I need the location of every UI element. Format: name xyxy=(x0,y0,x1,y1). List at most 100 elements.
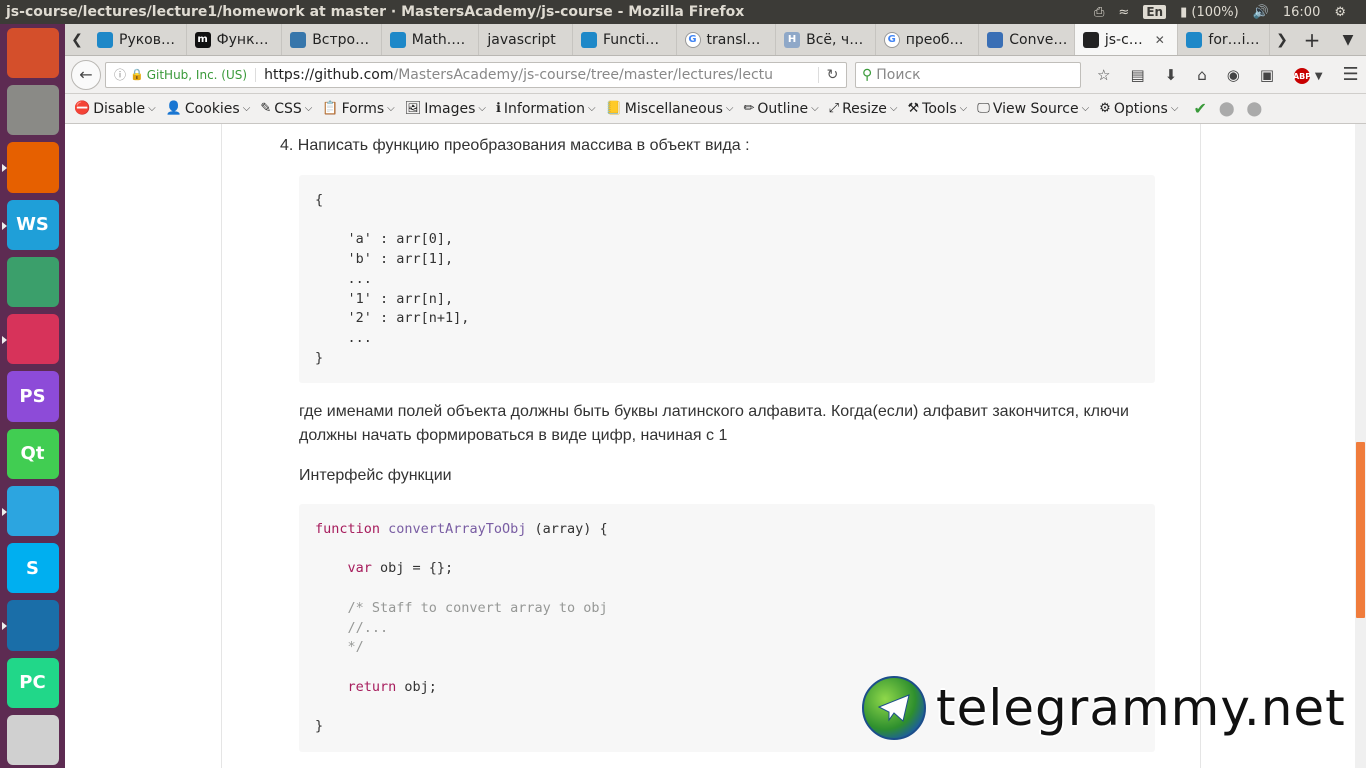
description-line: где именами полей объекта должны быть бу… xyxy=(299,403,1129,420)
os-top-bar: js-course/lectures/lecture1/homework at … xyxy=(0,0,1366,24)
code-comment: /* Staff to convert array to obj //... *… xyxy=(347,599,608,656)
code-signature: (array) { xyxy=(526,521,608,537)
status-dot-icon[interactable]: ⬤ xyxy=(1247,101,1263,117)
tab-favicon-icon xyxy=(1082,31,1099,48)
launcher-drive-icon[interactable] xyxy=(6,714,59,766)
running-indicator xyxy=(1,336,7,345)
launcher-qt-creator-icon[interactable]: Qt xyxy=(6,428,59,479)
wifi-icon[interactable]: ≈ xyxy=(1118,5,1129,20)
browser-tab[interactable]: Gпреоб… xyxy=(876,24,980,55)
launcher-telegram-icon[interactable] xyxy=(1,485,59,537)
devbar-view-source-menu[interactable]: 🖵 View Source ⌵ xyxy=(972,101,1094,117)
launcher-pycharm-icon[interactable]: PC xyxy=(6,657,59,708)
menu-icon[interactable]: ☰ xyxy=(1343,64,1359,85)
pocket-icon[interactable]: ◉ xyxy=(1227,66,1240,84)
tab-list: Руков… m Функ… Встро… Math.… javascript Functi… xyxy=(89,24,1270,55)
chevron-down-icon: ⌵ xyxy=(811,103,819,114)
new-tab-button[interactable]: + xyxy=(1294,24,1330,55)
check-icon[interactable]: ✔ xyxy=(1193,99,1206,118)
keyboard-layout-indicator[interactable]: En xyxy=(1143,5,1167,19)
reload-icon[interactable]: ↻ xyxy=(818,66,846,83)
launcher-skype-icon[interactable]: S xyxy=(6,543,59,594)
bookmark-star-icon[interactable]: ☆ xyxy=(1097,66,1110,84)
window-title: js-course/lectures/lecture1/homework at … xyxy=(6,4,745,20)
browser-tab[interactable]: Conve… xyxy=(979,24,1075,55)
launcher-app-icon[interactable] xyxy=(1,600,59,651)
devbar-forms-menu[interactable]: 📋 Forms ⌵ xyxy=(317,101,399,117)
search-box[interactable]: ⚲ Поиск xyxy=(855,61,1081,88)
web-developer-toolbar: ⛔ Disable ⌵ 👤 Cookies ⌵ ✎ CSS ⌵ 📋 Forms ⌵ 🖼 Images ⌵ ℹ I… xyxy=(65,94,1366,124)
miscellaneous-icon: 📒 xyxy=(605,101,622,116)
browser-tab[interactable]: js-c… ✕ xyxy=(1074,24,1179,55)
vertical-scrollbar[interactable] xyxy=(1355,124,1366,768)
lock-icon[interactable]: 🔒 xyxy=(130,68,147,81)
forms-icon: 📋 xyxy=(322,101,339,116)
browser-tab[interactable]: m Функ… xyxy=(187,24,283,55)
devbar-outline-menu[interactable]: ✏ Outline ⌵ xyxy=(739,101,824,117)
url-bar[interactable]: ⓘ 🔒 GitHub, Inc. (US) https://github.com… xyxy=(105,61,847,88)
site-identity[interactable]: GitHub, Inc. (US) xyxy=(147,67,257,82)
printer-icon[interactable]: ⎙ xyxy=(1094,5,1104,20)
chevron-down-icon: ⌵ xyxy=(148,103,156,114)
readme-content: 4. Написать функцию преобразования масси… xyxy=(221,124,1201,768)
browser-tab[interactable]: Gtransl… xyxy=(677,24,777,55)
scrollbar-thumb[interactable] xyxy=(1356,442,1365,618)
gear-icon[interactable]: ⚙ xyxy=(1334,5,1346,20)
devbar-menu-label: Images xyxy=(424,100,476,117)
launcher-icon-label: S xyxy=(26,557,39,579)
close-tab-icon[interactable]: ✕ xyxy=(1155,33,1165,47)
monitor-icon[interactable]: ▣ xyxy=(1260,66,1274,84)
devbar-resize-menu[interactable]: ⤢ Resize ⌵ xyxy=(824,101,903,117)
battery-indicator[interactable]: ▮ (100%) xyxy=(1180,5,1239,20)
launcher-files-icon[interactable] xyxy=(6,85,59,136)
launcher-gitkraken-icon[interactable] xyxy=(1,314,59,365)
adblock-button[interactable]: ABP ▼ xyxy=(1293,65,1323,85)
devbar-tools-menu[interactable]: ⚒ Tools ⌵ xyxy=(903,101,973,117)
launcher-icon-label: WS xyxy=(16,214,49,236)
devbar-items: ⛔ Disable ⌵ 👤 Cookies ⌵ ✎ CSS ⌵ 📋 Forms ⌵ 🖼 Images ⌵ ℹ I… xyxy=(69,101,1183,117)
code-closing-brace: } xyxy=(315,718,324,735)
devbar-css-menu[interactable]: ✎ CSS ⌵ xyxy=(255,101,317,117)
code-keyword: var xyxy=(347,560,372,577)
running-indicator xyxy=(1,164,7,173)
launcher-phpstorm-icon[interactable]: PS xyxy=(6,371,59,422)
launcher-firefox-icon[interactable] xyxy=(1,142,59,193)
download-icon[interactable]: ⬇ xyxy=(1165,66,1178,84)
launcher-ubuntu-dash-icon[interactable] xyxy=(6,28,59,79)
launcher-webstorm-icon[interactable]: WS xyxy=(1,199,59,250)
tabs-scroll-left-button[interactable]: ❮ xyxy=(65,24,89,55)
chevron-down-icon: ⌵ xyxy=(959,103,968,114)
status-dot-icon[interactable]: ⬤ xyxy=(1219,101,1235,117)
unity-launcher: WS PS Qt S PC xyxy=(0,24,65,768)
tab-list-dropdown-button[interactable]: ▼ xyxy=(1330,24,1366,55)
chevron-down-icon: ⌵ xyxy=(304,103,313,114)
launcher-atom-icon[interactable] xyxy=(6,256,59,308)
browser-tab[interactable]: Встро… xyxy=(282,24,382,55)
devbar-information-menu[interactable]: ℹ Information ⌵ xyxy=(491,101,601,117)
code-keyword: return xyxy=(347,678,397,695)
devbar-disable-menu[interactable]: ⛔ Disable ⌵ xyxy=(69,101,161,117)
tabs-scroll-right-button[interactable]: ❯ xyxy=(1270,24,1294,55)
browser-tab[interactable]: Руков… xyxy=(89,24,187,55)
info-icon[interactable]: ⓘ xyxy=(106,66,130,83)
browser-tab[interactable]: Math.… xyxy=(382,24,480,55)
devbar-menu-label: Options xyxy=(1113,100,1168,117)
browser-tab[interactable]: H Всё, ч… xyxy=(776,24,876,55)
browser-tab[interactable]: Functi… xyxy=(573,24,677,55)
chevron-down-icon: ⌵ xyxy=(1170,103,1179,114)
tab-label: Руков… xyxy=(119,31,175,48)
devbar-cookies-menu[interactable]: 👤 Cookies ⌵ xyxy=(161,101,256,117)
reading-list-icon[interactable]: ▤ xyxy=(1130,66,1144,84)
back-button[interactable]: ← xyxy=(71,59,101,90)
browser-tab[interactable]: for…i… xyxy=(1178,24,1270,55)
devbar-images-menu[interactable]: 🖼 Images ⌵ xyxy=(400,101,491,117)
browser-tab[interactable]: javascript xyxy=(479,24,573,55)
devbar-miscellaneous-menu[interactable]: 📒 Miscellaneous ⌵ xyxy=(601,101,739,117)
clock[interactable]: 16:00 xyxy=(1283,5,1320,20)
url-text[interactable]: https://github.com/MastersAcademy/js-cou… xyxy=(264,67,818,83)
volume-icon[interactable]: 🔊 xyxy=(1253,5,1269,20)
home-icon[interactable]: ⌂ xyxy=(1197,66,1207,84)
chevron-down-icon: ⌵ xyxy=(478,103,486,114)
devbar-options-menu[interactable]: ⚙ Options ⌵ xyxy=(1094,101,1183,117)
devbar-menu-label: Outline xyxy=(757,100,809,117)
